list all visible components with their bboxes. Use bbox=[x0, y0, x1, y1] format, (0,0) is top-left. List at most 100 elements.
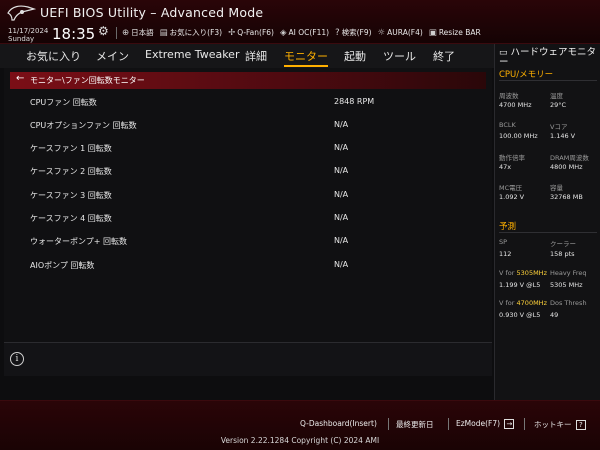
tab-monitor[interactable]: モニター bbox=[284, 48, 328, 67]
ratio-label: 動作倍率 bbox=[499, 154, 525, 162]
sp-label: SP bbox=[499, 238, 508, 246]
favorites-icon: ▤ bbox=[159, 27, 168, 38]
language-button[interactable]: ⊕ 日本語 bbox=[122, 27, 154, 38]
app-title: UEFI BIOS Utility – Advanced Mode bbox=[40, 5, 264, 20]
ai-oc-label: AI OC(F11) bbox=[288, 28, 330, 37]
tab-tool[interactable]: ツール bbox=[383, 48, 416, 64]
aura-button[interactable]: ☼ AURA(F4) bbox=[378, 27, 423, 38]
date-text: 11/17/2024 bbox=[8, 27, 49, 35]
list-item[interactable]: CPUオプションファン 回転数 N/A bbox=[30, 118, 490, 132]
resize-bar-icon: ▣ bbox=[428, 27, 437, 38]
fan-icon: ✢ bbox=[228, 27, 236, 38]
item-label: ケースファン 4 回転数 bbox=[30, 214, 112, 223]
item-value: N/A bbox=[334, 213, 349, 222]
sp-value: 112 bbox=[499, 250, 512, 258]
search-button[interactable]: ? 検索(F9) bbox=[335, 27, 371, 38]
date-display: 11/17/2024 Sunday bbox=[8, 27, 48, 43]
info-icon: i bbox=[10, 352, 24, 366]
day-text: Sunday bbox=[8, 35, 35, 43]
clock: 18:35 bbox=[52, 25, 96, 43]
favorites-button[interactable]: ▤ お気に入り(F3) bbox=[160, 27, 222, 38]
v-for-5305-value: 1.199 V @L5 bbox=[499, 281, 541, 289]
resize-bar-label: Resize BAR bbox=[438, 28, 481, 37]
favorites-label: お気に入り(F3) bbox=[169, 28, 223, 37]
list-item[interactable]: ケースファン 2 回転数 N/A bbox=[30, 164, 490, 178]
ezmode-button[interactable]: EzMode(F7) → bbox=[456, 419, 515, 429]
tab-extreme-tweaker[interactable]: Extreme Tweaker bbox=[145, 48, 239, 61]
footer-divider bbox=[448, 418, 449, 430]
v-for-5305-label: V for 5305MHz bbox=[499, 269, 547, 277]
tab-advanced[interactable]: 詳細 bbox=[245, 48, 267, 64]
list-item[interactable]: CPUファン 回転数 2848 RPM bbox=[30, 95, 490, 109]
capacity-value: 32768 MB bbox=[550, 193, 583, 201]
dos-thresh-value: 49 bbox=[550, 311, 559, 319]
cpu-frequency-value: 4700 MHz bbox=[499, 101, 532, 109]
freq-4700-text: 4700MHz bbox=[516, 299, 547, 307]
aura-icon: ☼ bbox=[377, 27, 386, 38]
ai-oc-button[interactable]: ◈ AI OC(F11) bbox=[280, 27, 329, 38]
vcore-value: 1.146 V bbox=[550, 132, 576, 140]
item-value: N/A bbox=[334, 260, 349, 269]
item-value: N/A bbox=[334, 190, 349, 199]
heavy-freq-value: 5305 MHz bbox=[550, 281, 583, 289]
ezmode-label: EzMode(F7) bbox=[456, 419, 501, 428]
tab-exit[interactable]: 終了 bbox=[433, 48, 455, 64]
dram-frequency-value: 4800 MHz bbox=[550, 163, 583, 171]
settings-gear-icon[interactable]: ⚙ bbox=[98, 24, 109, 38]
search-label: 検索(F9) bbox=[341, 28, 372, 37]
v-for-4700-value: 0.930 V @L5 bbox=[499, 311, 541, 319]
item-label: ケースファン 3 回転数 bbox=[30, 191, 112, 200]
list-item[interactable]: ウォーターポンプ+ 回転数 N/A bbox=[30, 234, 490, 248]
header-toolbar: ⊕ 日本語 ▤ お気に入り(F3) ✢ Q-Fan(F6) ◈ AI OC(F1… bbox=[122, 27, 481, 38]
list-item[interactable]: ケースファン 4 回転数 N/A bbox=[30, 211, 490, 225]
qfan-label: Q-Fan(F6) bbox=[237, 28, 274, 37]
v-for-text: V for bbox=[499, 299, 515, 307]
ratio-value: 47x bbox=[499, 163, 512, 171]
item-label: CPUファン 回転数 bbox=[30, 98, 97, 107]
hotkeys-button[interactable]: ホットキー ? bbox=[534, 419, 586, 430]
list-item[interactable]: ケースファン 3 回転数 N/A bbox=[30, 188, 490, 202]
item-label: ケースファン 1 回転数 bbox=[30, 144, 112, 153]
q-dashboard-button[interactable]: Q-Dashboard(Insert) bbox=[300, 419, 377, 428]
hardware-monitor-label: ハードウェアモニター bbox=[499, 47, 597, 68]
hardware-monitor-panel: ▭ ハードウェアモニター CPU/メモリー 周波数 4700 MHz 温度 29… bbox=[494, 44, 600, 400]
title-bar: UEFI BIOS Utility – Advanced Mode 11/17/… bbox=[0, 0, 600, 44]
bclk-label: BCLK bbox=[499, 121, 516, 129]
footer-divider bbox=[388, 418, 389, 430]
freq-5305-text: 5305MHz bbox=[516, 269, 547, 277]
main-tab-bar: お気に入り メイン Extreme Tweaker 詳細 モニター 起動 ツール… bbox=[0, 44, 494, 68]
breadcrumb-text: モニター\ファン回転数モニター bbox=[30, 76, 145, 85]
tab-boot[interactable]: 起動 bbox=[344, 48, 366, 64]
list-item[interactable]: ケースファン 1 回転数 N/A bbox=[30, 141, 490, 155]
v-for-text: V for bbox=[499, 269, 515, 277]
globe-icon: ⊕ bbox=[122, 27, 130, 38]
section-divider bbox=[499, 232, 597, 233]
footer-bar: Q-Dashboard(Insert) 最終更新日 EzMode(F7) → ホ… bbox=[0, 400, 600, 450]
qfan-button[interactable]: ✢ Q-Fan(F6) bbox=[228, 27, 274, 38]
bclk-value: 100.00 MHz bbox=[499, 132, 538, 140]
aura-label: AURA(F4) bbox=[387, 28, 423, 37]
prediction-section-title: 予測 bbox=[499, 222, 517, 232]
list-item[interactable]: AIOポンプ 回転数 N/A bbox=[30, 258, 490, 272]
capacity-label: 容量 bbox=[550, 184, 563, 192]
resize-bar-button[interactable]: ▣ Resize BAR bbox=[429, 27, 481, 38]
breadcrumb[interactable]: ← モニター\ファン回転数モニター bbox=[10, 72, 486, 89]
header-divider bbox=[116, 27, 117, 39]
cooler-value: 158 pts bbox=[550, 250, 575, 258]
item-label: AIOポンプ 回転数 bbox=[30, 261, 95, 270]
cpu-memory-section-title: CPU/メモリー bbox=[499, 70, 554, 80]
item-value: N/A bbox=[334, 166, 349, 175]
ai-oc-icon: ◈ bbox=[279, 27, 287, 38]
cpu-frequency-label: 周波数 bbox=[499, 92, 519, 100]
main-panel: ← モニター\ファン回転数モニター CPUファン 回転数 2848 RPM CP… bbox=[4, 68, 492, 342]
hotkeys-label: ホットキー bbox=[534, 420, 572, 429]
tab-favorites[interactable]: お気に入り bbox=[26, 48, 81, 64]
back-arrow-icon[interactable]: ← bbox=[16, 73, 24, 84]
tab-main[interactable]: メイン bbox=[96, 48, 129, 64]
last-modified-button[interactable]: 最終更新日 bbox=[396, 419, 434, 430]
vcore-label: Vコア bbox=[550, 123, 568, 131]
language-label: 日本語 bbox=[131, 28, 154, 37]
cpu-temperature-value: 29°C bbox=[550, 101, 567, 109]
help-info-bar: i bbox=[4, 342, 492, 376]
item-value: N/A bbox=[334, 236, 349, 245]
